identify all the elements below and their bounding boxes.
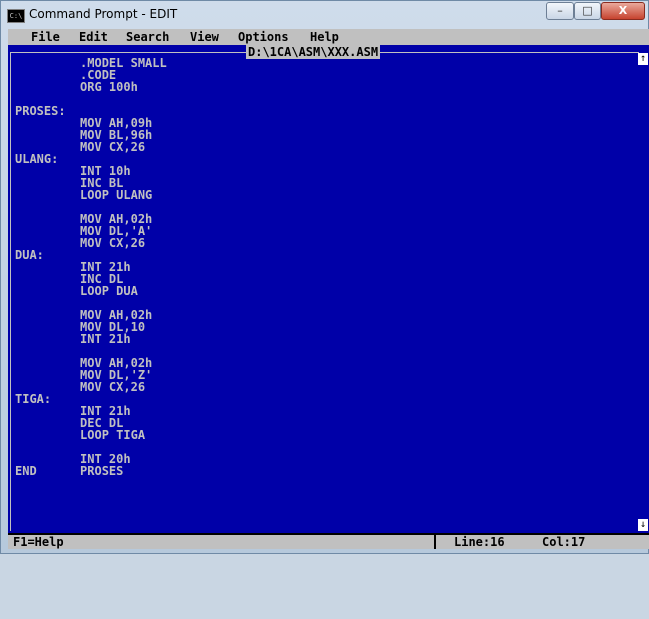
menu-edit[interactable]: Edit <box>79 30 108 44</box>
scroll-up-arrow-icon[interactable]: ↑ <box>638 53 648 65</box>
status-bar: F1=Help Line:16 Col:17 <box>8 535 649 549</box>
console-window: C:\ Command Prompt - EDIT – □ X File Edi… <box>0 0 649 554</box>
maximize-button[interactable]: □ <box>574 2 601 20</box>
code-editor[interactable]: .MODEL SMALL .CODE ORG 100h PROSES: MOV A… <box>15 57 630 527</box>
status-divider <box>434 535 436 549</box>
menu-options[interactable]: Options <box>238 30 289 44</box>
menu-search[interactable]: Search <box>126 30 169 44</box>
console-area: File Edit Search View Options Help D:\1C… <box>8 29 649 549</box>
status-col: Col:17 <box>542 535 586 549</box>
menu-bar: File Edit Search View Options Help <box>8 29 649 45</box>
code-line[interactable]: INT 21h <box>15 333 131 345</box>
code-line[interactable]: LOOP TIGA <box>15 429 145 441</box>
window-title: Command Prompt - EDIT <box>29 7 178 21</box>
menu-file[interactable]: File <box>31 30 60 44</box>
close-button[interactable]: X <box>601 2 645 20</box>
code-line[interactable]: LOOP ULANG <box>15 189 152 201</box>
code-line[interactable]: ORG 100h <box>15 81 138 93</box>
status-help: F1=Help <box>13 535 64 549</box>
minimize-button[interactable]: – <box>546 2 574 20</box>
scroll-down-arrow-icon[interactable]: ↓ <box>638 519 648 531</box>
document-frame: D:\1CA\ASM\XXX.ASM .MODEL SMALL .CODE OR… <box>8 45 649 533</box>
vertical-scrollbar[interactable]: ↑ ↓ <box>638 53 648 533</box>
command-prompt-icon[interactable]: C:\ <box>7 9 25 23</box>
status-line: Line:16 <box>454 535 505 549</box>
title-bar[interactable]: C:\ Command Prompt - EDIT – □ X <box>1 1 648 29</box>
menu-view[interactable]: View <box>190 30 219 44</box>
code-line[interactable]: LOOP DUA <box>15 285 138 297</box>
menu-help[interactable]: Help <box>310 30 339 44</box>
code-line[interactable]: END PROSES <box>15 465 123 477</box>
